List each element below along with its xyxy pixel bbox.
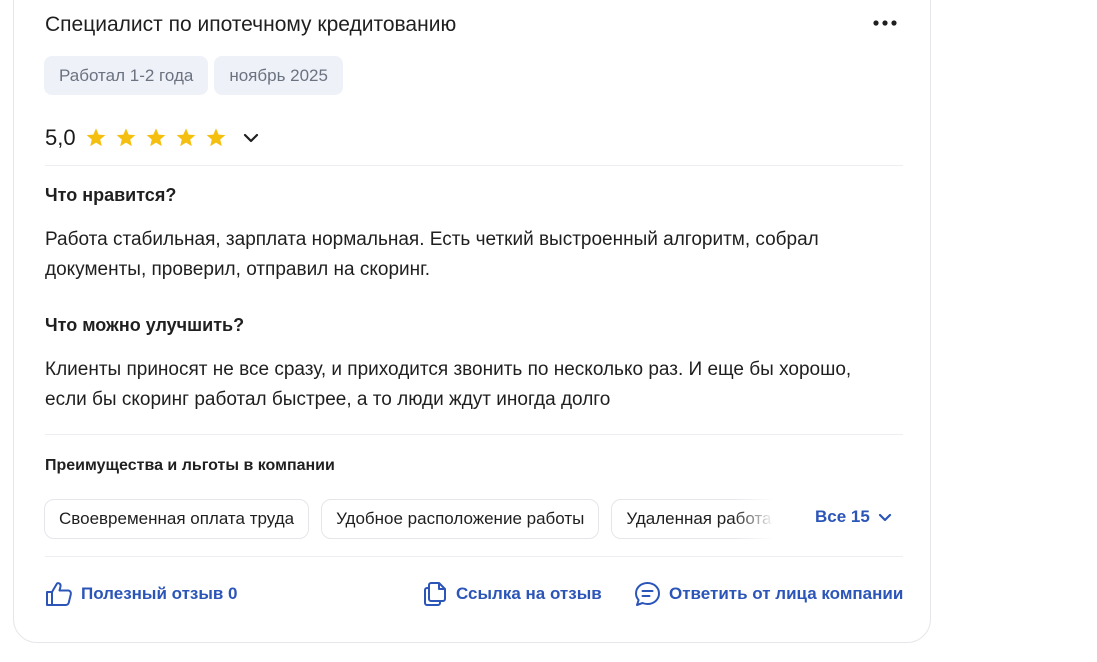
rating-expand-button[interactable] [241, 128, 261, 148]
benefits-title: Преимущества и льготы в компании [45, 457, 335, 474]
useful-review-button[interactable]: Полезный отзыв 0 [45, 580, 238, 608]
rating-stars [85, 127, 227, 149]
all-benefits-label: Все 15 [815, 507, 870, 526]
star-icon [86, 128, 105, 147]
chat-bubble-icon [635, 582, 660, 606]
star-icon [146, 128, 165, 147]
useful-review-label: Полезный отзыв 0 [81, 584, 238, 603]
all-benefits-button[interactable]: Все 15 [815, 507, 892, 527]
likes-text: Работа стабильная, зарплата нормальная. … [45, 229, 819, 280]
more-dots-icon [873, 20, 897, 26]
reply-as-company-button[interactable]: Ответить от лица компании [634, 580, 903, 608]
improve-text: Клиенты приносят не все сразу, и приходи… [45, 359, 852, 410]
rating-value: 5,0 [45, 125, 76, 150]
chevron-down-icon [243, 133, 258, 143]
benefits-fade [734, 499, 774, 539]
review-tags: Работал 1-2 года ноябрь 2025 [44, 56, 343, 95]
star-icon [176, 128, 195, 147]
reply-as-company-label: Ответить от лица компании [669, 584, 904, 603]
benefit-chip: Своевременная оплата труда [44, 499, 310, 539]
review-link-button[interactable]: Ссылка на отзыв [424, 580, 602, 608]
tag-date: ноябрь 2025 [214, 56, 343, 95]
chevron-down-icon [878, 513, 891, 521]
thumbs-up-icon [46, 582, 72, 606]
divider [45, 434, 903, 435]
tag-experience: Работал 1-2 года [44, 56, 209, 95]
benefit-chip: Удобное расположение работы [321, 499, 600, 539]
review-title: Специалист по ипотечному кредитованию [45, 13, 457, 36]
star-icon [116, 128, 135, 147]
divider [45, 165, 903, 166]
star-icon [206, 128, 225, 147]
divider [45, 556, 903, 557]
benefits-list: Своевременная оплата труда Удобное распо… [44, 499, 774, 539]
copy-link-icon [424, 582, 446, 606]
review-link-label: Ссылка на отзыв [456, 584, 602, 603]
improve-heading: Что можно улучшить? [45, 315, 245, 335]
rating-row: 5,0 [45, 122, 261, 154]
more-options-button[interactable] [866, 9, 904, 37]
likes-heading: Что нравится? [45, 185, 177, 205]
